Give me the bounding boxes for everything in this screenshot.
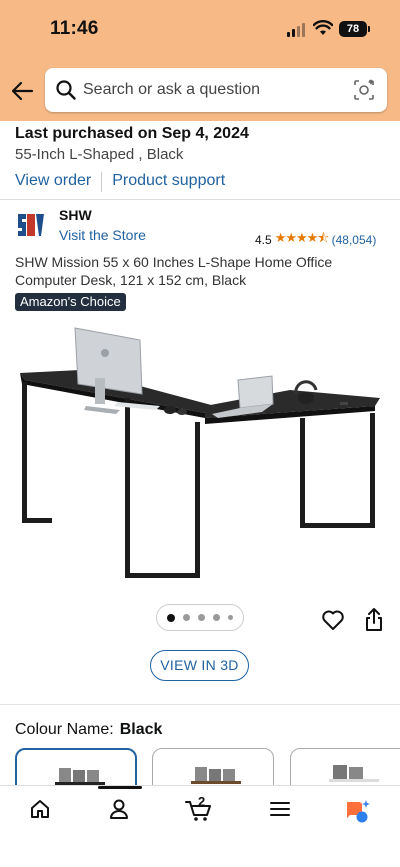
brand-name: SHW: [59, 207, 92, 223]
search-icon: [56, 80, 76, 100]
carousel-dot-active[interactable]: [167, 613, 175, 622]
image-carousel-dots[interactable]: [156, 604, 244, 631]
back-arrow-icon[interactable]: [10, 78, 36, 104]
search-input[interactable]: Search or ask a question: [83, 81, 260, 99]
share-icon[interactable]: [363, 607, 385, 633]
colour-value: Black: [119, 721, 163, 738]
section-divider: [0, 199, 400, 200]
wifi-icon: [313, 20, 333, 35]
home-icon[interactable]: [29, 798, 51, 820]
heart-icon[interactable]: [321, 609, 345, 631]
header: 11:46 78 Search or ask a question: [0, 0, 400, 121]
view-order-link[interactable]: View order: [15, 172, 91, 192]
rufus-icon[interactable]: [344, 798, 372, 824]
carousel-dot[interactable]: [198, 614, 205, 621]
product-support-link[interactable]: Product support: [112, 172, 225, 192]
rating-count[interactable]: (48,054): [332, 233, 377, 247]
rating-summary[interactable]: 4.5 ★★★★⯪ (48,054): [255, 229, 376, 251]
cart-count-badge: 2: [198, 794, 206, 809]
last-purchased: Last purchased on Sep 4, 2024: [15, 125, 249, 142]
link-divider: [101, 172, 103, 192]
menu-icon[interactable]: [269, 798, 291, 820]
camera-lens-icon[interactable]: [351, 77, 377, 103]
view-in-3d-button[interactable]: VIEW IN 3D: [150, 650, 249, 681]
signal-icon: [287, 23, 305, 37]
status-time: 11:46: [50, 18, 99, 39]
active-tab-indicator: [98, 786, 142, 789]
brand-logo[interactable]: [16, 211, 46, 239]
order-links: View order Product support: [15, 172, 225, 192]
star-rating-icon: ★★★★⯪: [274, 230, 330, 245]
section-divider: [0, 704, 400, 705]
colour-label: Colour Name:: [15, 721, 114, 738]
purchased-variant: 55-Inch L-Shaped , Black: [15, 146, 184, 163]
rating-value: 4.5: [255, 233, 272, 247]
carousel-dot[interactable]: [228, 615, 233, 620]
status-bar: 11:46 78: [0, 0, 400, 60]
battery-indicator: 78: [339, 21, 370, 37]
amazons-choice-badge: Amazon's Choice: [15, 293, 126, 311]
colour-selector-label: Colour Name: Black: [15, 721, 162, 739]
carousel-dot[interactable]: [213, 614, 220, 621]
product-image[interactable]: [0, 318, 400, 598]
user-icon[interactable]: [108, 798, 130, 820]
product-title: SHW Mission 55 x 60 Inches L-Shape Home …: [15, 254, 333, 288]
carousel-dot[interactable]: [183, 614, 190, 621]
visit-store-link[interactable]: Visit the Store: [59, 227, 146, 243]
search-bar[interactable]: Search or ask a question: [45, 68, 387, 112]
